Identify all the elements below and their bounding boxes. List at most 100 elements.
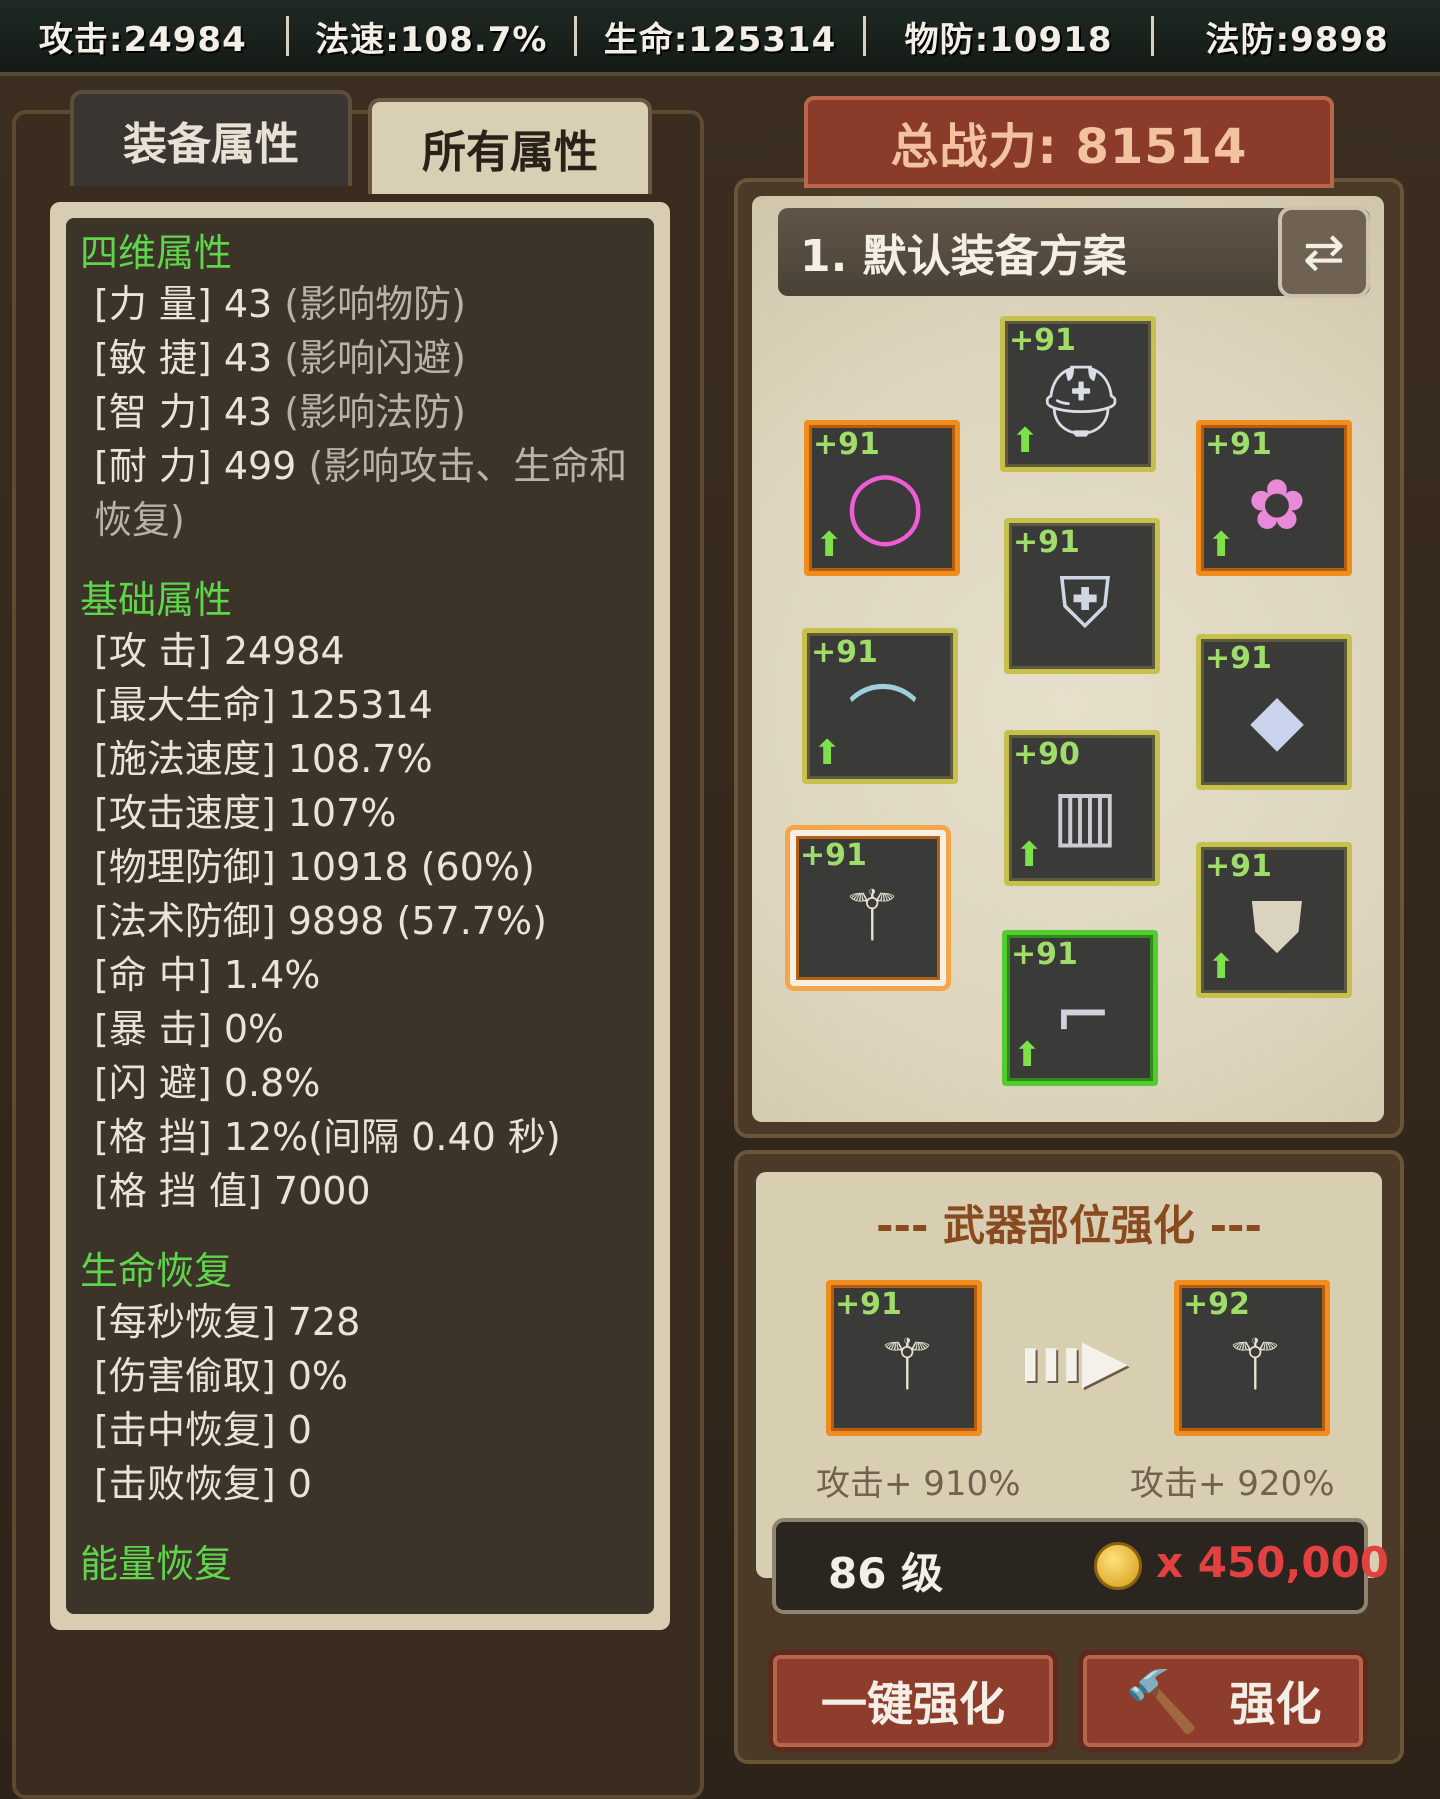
upgrade-arrow-icon: ⬆	[1013, 1035, 1042, 1075]
weapon-icon: ⚚	[1223, 1324, 1287, 1406]
tab-equip-attributes[interactable]: 装备属性	[70, 90, 352, 186]
top-attack: 攻击:24984	[38, 19, 247, 60]
stat-row: [物理防御] 10918 (60%)	[94, 840, 654, 894]
stat-label: [格 挡]	[94, 1115, 212, 1159]
stat-row: [格 挡 值] 7000	[94, 1164, 654, 1218]
slot-boots[interactable]: +91 ⌐ ⬆	[1002, 930, 1158, 1086]
section-four-dim-title: 四维属性	[80, 231, 233, 275]
slot-pants[interactable]: +90 ▥ ⬆	[1004, 730, 1160, 886]
top-magic-def: 法防:9898	[1205, 19, 1389, 60]
button-label: 一键强化	[821, 1677, 1005, 1731]
stat-hint: (影响闪避)	[284, 336, 466, 380]
slot-level: +91	[1205, 849, 1272, 884]
required-level: 86 级	[828, 1549, 944, 1598]
stat-label: [攻击速度]	[94, 791, 276, 835]
upgrade-arrow-icon: ⬆	[815, 525, 844, 565]
top-stat-bar: 攻击:24984 法速:108.7% 生命:125314 物防:10918 法防…	[0, 0, 1440, 76]
stat-value: 0.8%	[223, 1061, 321, 1105]
stat-label: [闪 避]	[94, 1061, 212, 1105]
boots-icon: ⌐	[1053, 974, 1113, 1056]
upgrade-arrow-icon: ⬆	[1207, 525, 1236, 565]
stat-value: 125314	[287, 683, 433, 727]
shoulder-icon: ◆	[1250, 678, 1304, 760]
slot-level: +91	[1009, 323, 1076, 358]
one-click-enhance-button[interactable]: 一键强化	[768, 1650, 1058, 1752]
stat-row: [攻击速度] 107%	[94, 786, 654, 840]
slot-ring[interactable]: +91 ◯ ⬆	[804, 420, 960, 576]
stat-value: 24984	[223, 629, 345, 673]
stat-value: 10918 (60%)	[287, 845, 535, 889]
current-attack-bonus: 攻击+ 910%	[816, 1464, 1021, 1504]
stat-value: 0	[287, 1462, 312, 1506]
weapon-icon: ⚚	[840, 875, 904, 957]
swap-plan-button[interactable]: ⇄	[1278, 206, 1370, 298]
stat-value: 43	[223, 282, 273, 326]
slot-level: +91	[1013, 525, 1080, 560]
stat-row: [施法速度] 108.7%	[94, 732, 654, 786]
enhance-button[interactable]: 🔨 强化	[1078, 1650, 1368, 1752]
stat-row: [耐 力] 499 (影响攻击、生命和恢复)	[94, 439, 654, 547]
stat-value: 9898 (57.7%)	[287, 899, 547, 943]
slot-weapon[interactable]: +91 ⚚	[785, 825, 951, 991]
stat-row: [击败恢复] 0	[94, 1457, 654, 1511]
slot-level: +92	[1183, 1287, 1250, 1322]
helmet-icon: ⛑	[1036, 359, 1126, 442]
total-power: 总战力: 81514	[804, 96, 1334, 188]
stat-row: [伤害偷取] 0%	[94, 1349, 654, 1403]
stat-label: [最大生命]	[94, 683, 276, 727]
gold-cost: x 450,000	[1156, 1538, 1390, 1587]
stat-row: [法术防御] 9898 (57.7%)	[94, 894, 654, 948]
stat-value: 499	[223, 444, 297, 488]
stat-label: [智 力]	[94, 390, 212, 434]
section-regen-title: 生命恢复	[80, 1249, 233, 1293]
stat-label: [攻 击]	[94, 629, 212, 673]
gold-coin-icon	[1094, 1542, 1142, 1590]
stat-label: [力 量]	[94, 282, 212, 326]
stat-label: [击中恢复]	[94, 1408, 276, 1452]
stat-row: [闪 避] 0.8%	[94, 1056, 654, 1110]
stats-box: 四维属性 [力 量] 43 (影响物防) [敏 捷] 43 (影响闪避) [智 …	[50, 202, 670, 1630]
stat-label: [格 挡 值]	[94, 1169, 262, 1213]
slot-shield[interactable]: +91 ⛊ ⬆	[1196, 842, 1352, 998]
stat-row: [暴 击] 0%	[94, 1002, 654, 1056]
top-hp: 生命:125314	[603, 19, 837, 60]
belt-icon: ⌒	[848, 677, 918, 760]
ring-icon: ◯	[845, 464, 925, 546]
upgrade-arrow-icon: ⬆	[813, 733, 842, 773]
stat-label: [耐 力]	[94, 444, 212, 488]
stat-row: [智 力] 43 (影响法防)	[94, 385, 654, 439]
stat-value: 1.4%	[223, 953, 321, 997]
necklace-icon: ✿	[1247, 464, 1307, 546]
stat-label: [施法速度]	[94, 737, 276, 781]
stat-label: [暴 击]	[94, 1007, 212, 1051]
tab-all-attributes[interactable]: 所有属性	[368, 98, 652, 194]
slot-level: +91	[1011, 937, 1078, 972]
arrow-right-icon: ııı▶	[1020, 1326, 1128, 1396]
top-spell-speed: 法速:108.7%	[315, 19, 548, 60]
slot-belt[interactable]: +91 ⌒ ⬆	[802, 628, 958, 784]
next-attack-bonus: 攻击+ 920%	[1130, 1464, 1335, 1504]
hammer-icon: 🔨	[1124, 1666, 1200, 1737]
slot-armor[interactable]: +91 ⛨	[1004, 518, 1160, 674]
slot-helmet[interactable]: +91 ⛑ ⬆	[1000, 316, 1156, 472]
stat-hint: (影响物防)	[284, 282, 466, 326]
stat-row: [每秒恢复] 728	[94, 1295, 654, 1349]
slot-level: +91	[1205, 641, 1272, 676]
enhance-next-weapon: +92 ⚚	[1174, 1280, 1330, 1436]
slot-necklace[interactable]: +91 ✿ ⬆	[1196, 420, 1352, 576]
stat-label: [物理防御]	[94, 845, 276, 889]
upgrade-arrow-icon: ⬆	[1015, 835, 1044, 875]
slot-level: +91	[800, 838, 867, 873]
stat-label: [击败恢复]	[94, 1462, 276, 1506]
stats-list[interactable]: 四维属性 [力 量] 43 (影响物防) [敏 捷] 43 (影响闪避) [智 …	[66, 218, 654, 1614]
weapon-icon: ⚚	[875, 1324, 939, 1406]
stat-row: [敏 捷] 43 (影响闪避)	[94, 331, 654, 385]
pants-icon: ▥	[1051, 774, 1119, 856]
armor-icon: ⛨	[1058, 561, 1112, 644]
enhance-current-weapon: +91 ⚚	[826, 1280, 982, 1436]
slot-level: +91	[1205, 427, 1272, 462]
stat-row: [力 量] 43 (影响物防)	[94, 277, 654, 331]
slot-shoulder[interactable]: +91 ◆	[1196, 634, 1352, 790]
